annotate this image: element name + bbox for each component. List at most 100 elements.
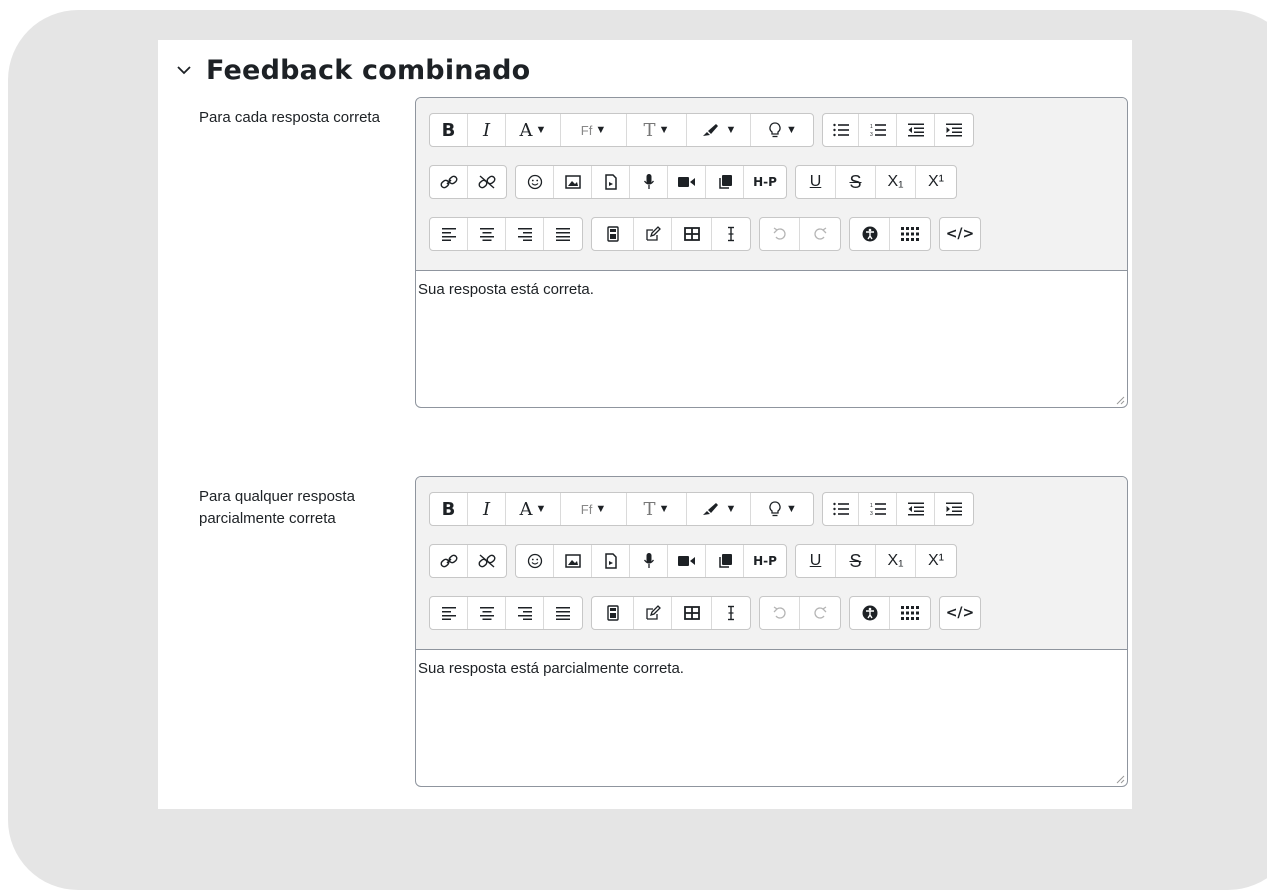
undo-button[interactable] bbox=[760, 597, 800, 629]
toolbar-group-media: H-P bbox=[515, 544, 787, 578]
indent-button[interactable] bbox=[935, 493, 973, 525]
smiley-icon bbox=[527, 174, 542, 190]
align-left-icon bbox=[441, 228, 456, 241]
video-camera-icon bbox=[677, 556, 695, 566]
subscript-button[interactable]: X₁ bbox=[876, 545, 916, 577]
align-center-icon bbox=[479, 228, 494, 241]
emoji-button[interactable] bbox=[516, 545, 554, 577]
strikethrough-button[interactable]: S bbox=[836, 166, 876, 198]
edit-button[interactable] bbox=[634, 218, 672, 250]
align-right-button[interactable] bbox=[506, 597, 544, 629]
clear-formatting-button[interactable] bbox=[712, 218, 750, 250]
toolbar-group-accessibility bbox=[849, 217, 931, 251]
equation-button[interactable] bbox=[592, 218, 634, 250]
align-center-button[interactable] bbox=[468, 218, 506, 250]
redo-button[interactable] bbox=[800, 218, 840, 250]
caret-down-icon: ▼ bbox=[658, 124, 670, 136]
h5p-button[interactable]: H-P bbox=[744, 545, 786, 577]
link-button[interactable] bbox=[430, 166, 468, 198]
align-left-button[interactable] bbox=[430, 218, 468, 250]
manage-files-button[interactable] bbox=[706, 545, 744, 577]
editor-content[interactable]: Sua resposta está parcialmente correta. bbox=[416, 650, 1127, 786]
clear-formatting-button[interactable] bbox=[712, 597, 750, 629]
edit-icon bbox=[645, 605, 661, 620]
toolbar-group-formatting: U S X₁ X¹ bbox=[795, 165, 957, 199]
toolbar-group-history bbox=[759, 217, 841, 251]
h5p-button[interactable]: H-P bbox=[744, 166, 786, 198]
font-size-button[interactable]: T ▼ bbox=[627, 114, 687, 146]
underline-button[interactable]: U bbox=[796, 545, 836, 577]
underline-button[interactable]: U bbox=[796, 166, 836, 198]
link-button[interactable] bbox=[430, 545, 468, 577]
edit-button[interactable] bbox=[634, 597, 672, 629]
superscript-button[interactable]: X¹ bbox=[916, 545, 956, 577]
chevron-down-icon[interactable] bbox=[176, 62, 192, 78]
font-family-button[interactable]: Ff ▼ bbox=[561, 493, 627, 525]
screen-reader-helper-button[interactable] bbox=[890, 597, 930, 629]
accessibility-checker-button[interactable] bbox=[850, 597, 890, 629]
table-button[interactable] bbox=[672, 218, 712, 250]
subscript-button[interactable]: X₁ bbox=[876, 166, 916, 198]
font-color-button[interactable]: A ▼ bbox=[506, 493, 561, 525]
font-size-button[interactable]: T ▼ bbox=[627, 493, 687, 525]
toolbar-group-links bbox=[429, 544, 507, 578]
screen-reader-helper-button[interactable] bbox=[890, 218, 930, 250]
section-title: Feedback combinado bbox=[206, 54, 531, 86]
editor-content[interactable]: Sua resposta está correta. bbox=[416, 271, 1127, 407]
image-button[interactable] bbox=[554, 166, 592, 198]
align-right-button[interactable] bbox=[506, 218, 544, 250]
table-button[interactable] bbox=[672, 597, 712, 629]
paintbrush-icon bbox=[702, 503, 718, 515]
unordered-list-button[interactable] bbox=[823, 493, 859, 525]
indent-button[interactable] bbox=[935, 114, 973, 146]
emoji-button[interactable] bbox=[516, 166, 554, 198]
caret-down-icon: ▼ bbox=[725, 503, 737, 515]
align-left-button[interactable] bbox=[430, 597, 468, 629]
tips-button[interactable]: ▼ bbox=[751, 114, 813, 146]
highlight-button[interactable]: ▼ bbox=[687, 493, 751, 525]
strikethrough-button[interactable]: S bbox=[836, 545, 876, 577]
accessibility-checker-button[interactable] bbox=[850, 218, 890, 250]
bullet-list-icon bbox=[832, 123, 849, 137]
record-video-button[interactable] bbox=[668, 166, 706, 198]
unlink-button[interactable] bbox=[468, 166, 506, 198]
image-button[interactable] bbox=[554, 545, 592, 577]
image-icon bbox=[564, 554, 581, 568]
unlink-button[interactable] bbox=[468, 545, 506, 577]
outdent-button[interactable] bbox=[897, 114, 935, 146]
superscript-button[interactable]: X¹ bbox=[916, 166, 956, 198]
align-center-button[interactable] bbox=[468, 597, 506, 629]
unordered-list-button[interactable] bbox=[823, 114, 859, 146]
redo-button[interactable] bbox=[800, 597, 840, 629]
font-color-button[interactable]: A ▼ bbox=[506, 114, 561, 146]
html-button[interactable]: </> bbox=[940, 218, 980, 250]
italic-button[interactable]: I bbox=[468, 114, 506, 146]
font-color-icon: A bbox=[519, 119, 533, 141]
record-audio-button[interactable] bbox=[630, 545, 668, 577]
undo-button[interactable] bbox=[760, 218, 800, 250]
calculator-icon bbox=[606, 605, 619, 621]
toolbar-group-html: </> bbox=[939, 217, 981, 251]
ordered-list-button[interactable]: 13 bbox=[859, 493, 897, 525]
media-button[interactable] bbox=[592, 545, 630, 577]
align-left-icon bbox=[441, 607, 456, 620]
justify-button[interactable] bbox=[544, 597, 582, 629]
record-audio-button[interactable] bbox=[630, 166, 668, 198]
bold-button[interactable]: B bbox=[430, 114, 468, 146]
bold-button[interactable]: B bbox=[430, 493, 468, 525]
outdent-button[interactable] bbox=[897, 493, 935, 525]
ordered-list-button[interactable]: 13 bbox=[859, 114, 897, 146]
equation-button[interactable] bbox=[592, 597, 634, 629]
section-header[interactable]: Feedback combinado bbox=[176, 50, 530, 90]
font-color-icon: A bbox=[519, 498, 533, 520]
justify-button[interactable] bbox=[544, 218, 582, 250]
html-button[interactable]: </> bbox=[940, 597, 980, 629]
highlight-button[interactable]: ▼ bbox=[687, 114, 751, 146]
tips-button[interactable]: ▼ bbox=[751, 493, 813, 525]
italic-button[interactable]: I bbox=[468, 493, 506, 525]
caret-down-icon: ▼ bbox=[535, 124, 547, 136]
manage-files-button[interactable] bbox=[706, 166, 744, 198]
font-family-button[interactable]: Ff ▼ bbox=[561, 114, 627, 146]
media-button[interactable] bbox=[592, 166, 630, 198]
record-video-button[interactable] bbox=[668, 545, 706, 577]
